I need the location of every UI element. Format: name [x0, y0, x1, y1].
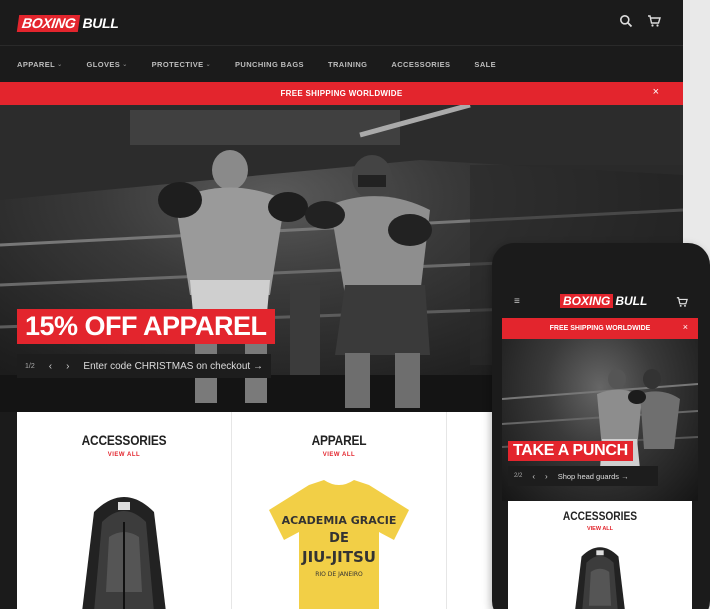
hero-headline: 15% OFF APPAREL	[17, 309, 275, 344]
nav-item-apparel[interactable]: APPAREL ⌄	[17, 60, 63, 69]
slide-counter: 1/2	[25, 362, 35, 370]
view-all-link[interactable]: VIEW ALL	[508, 526, 692, 532]
nav-item-punching-bags[interactable]: PUNCHING BAGS	[235, 60, 304, 69]
chevron-down-icon: ⌄	[122, 61, 128, 68]
shirt-print-line1: ACADEMIA GRACIE	[282, 514, 397, 527]
search-icon[interactable]	[619, 14, 633, 28]
mobile-hero-headline: TAKE A PUNCH	[508, 441, 633, 461]
shirt-print-line2: DE	[329, 531, 349, 546]
logo-part-bull: BULL	[615, 294, 648, 308]
menu-icon[interactable]: ≡	[514, 296, 520, 307]
header-actions	[619, 14, 661, 28]
prev-slide-button[interactable]: ‹	[532, 472, 535, 481]
next-slide-button[interactable]: ›	[66, 361, 69, 372]
tshirt-image: ACADEMIA GRACIE DE JIU-JITSU RIO DE JANE…	[269, 480, 409, 609]
phone-mockup: ≡ BOXING BULL FREE SHIPPING WORLDWIDE ×	[492, 243, 710, 609]
nav-item-protective[interactable]: PROTECTIVE ⌄	[152, 60, 211, 69]
nav-label: PROTECTIVE	[151, 59, 204, 69]
slide-counter: 2/2	[514, 473, 523, 479]
logo-part-bull: BULL	[82, 15, 119, 31]
mobile-header: ≡ BOXING BULL	[502, 283, 698, 318]
collection-card-apparel[interactable]: APPAREL VIEW ALL ACADEMIA GRACIE DE JIU-…	[232, 412, 447, 609]
nav-label: PUNCHING BAGS	[235, 59, 304, 69]
brand-logo[interactable]: BOXING BULL	[16, 15, 119, 32]
nav-item-training[interactable]: TRAINING	[328, 60, 367, 69]
shirt-print-line3: JIU-JITSU	[301, 548, 376, 566]
collection-title: APPAREL	[311, 432, 367, 448]
nav-label: APPAREL	[17, 59, 56, 69]
mobile-brand-logo[interactable]: BOXING BULL	[560, 294, 647, 308]
mobile-hero-cta-link[interactable]: Shop head guards →	[558, 472, 629, 481]
mobile-slideshow-controls: 2/2 ‹ › Shop head guards →	[508, 466, 658, 486]
slideshow-controls: 1/2 ‹ › Enter code CHRISTMAS on checkout…	[17, 354, 271, 378]
next-slide-button[interactable]: ›	[545, 472, 548, 481]
promo-text: FREE SHIPPING WORLDWIDE	[280, 89, 403, 98]
mobile-hero: TAKE A PUNCH 2/2 ‹ › Shop head guards →	[502, 339, 698, 501]
logo-part-boxing: BOXING	[560, 294, 614, 308]
hero-cta-link[interactable]: Enter code CHRISTMAS on checkout →	[83, 361, 263, 372]
nav-label: SALE	[474, 59, 497, 69]
nav-item-accessories[interactable]: ACCESSORIES	[391, 60, 450, 69]
cart-icon[interactable]	[676, 295, 688, 313]
collection-card-accessories[interactable]: ACCESSORIES VIEW ALL	[17, 412, 232, 609]
collection-title: ACCESSORIES	[562, 509, 638, 523]
nav-item-sale[interactable]: SALE	[474, 60, 496, 69]
nav-item-gloves[interactable]: GLOVES ⌄	[87, 60, 128, 69]
view-all-link[interactable]: VIEW ALL	[17, 452, 231, 458]
header: BOXING BULL	[0, 0, 683, 46]
promo-bar: FREE SHIPPING WORLDWIDE ×	[0, 82, 683, 105]
mobile-promo-text: FREE SHIPPING WORLDWIDE	[549, 325, 651, 332]
mobile-screen: ≡ BOXING BULL FREE SHIPPING WORLDWIDE ×	[502, 283, 698, 609]
backpack-image	[575, 547, 625, 609]
collection-title: ACCESSORIES	[81, 432, 167, 448]
mobile-promo-bar: FREE SHIPPING WORLDWIDE ×	[502, 318, 698, 339]
cart-icon[interactable]	[647, 14, 661, 28]
nav-label: TRAINING	[327, 59, 368, 69]
backpack-image	[82, 497, 166, 609]
close-icon[interactable]: ×	[683, 322, 688, 332]
chevron-down-icon: ⌄	[57, 61, 63, 68]
close-icon[interactable]: ×	[653, 86, 659, 98]
shirt-print-line4: RIO DE JANEIRO	[315, 571, 363, 578]
nav-label: GLOVES	[86, 59, 121, 69]
view-all-link[interactable]: VIEW ALL	[232, 452, 446, 458]
mobile-collection-card-accessories[interactable]: ACCESSORIES VIEW ALL	[508, 501, 692, 609]
chevron-down-icon: ⌄	[205, 61, 211, 68]
logo-part-boxing: BOXING	[16, 15, 81, 32]
nav-label: ACCESSORIES	[391, 59, 451, 69]
main-nav: APPAREL ⌄ GLOVES ⌄ PROTECTIVE ⌄ PUNCHING BA…	[0, 46, 683, 82]
prev-slide-button[interactable]: ‹	[49, 361, 52, 372]
